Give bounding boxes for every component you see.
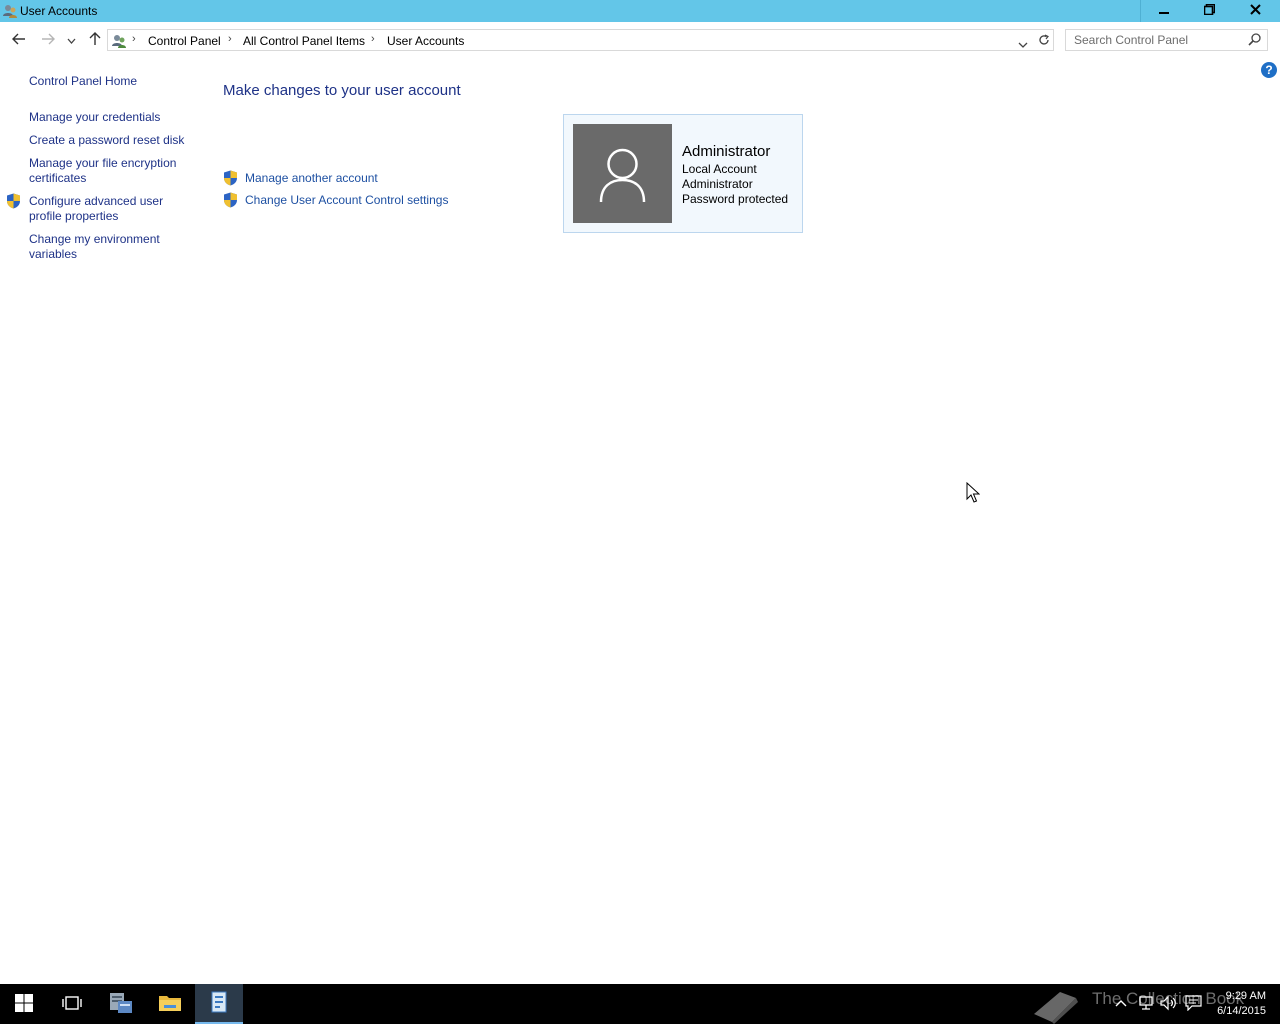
breadcrumb-separator: › [228, 33, 232, 45]
breadcrumb-separator: › [132, 33, 136, 45]
manage-another-account-link[interactable]: Manage another account [245, 171, 378, 185]
link-text: Change my environment [29, 232, 160, 246]
chevron-up-icon[interactable] [1115, 996, 1127, 1010]
chevron-down-icon [67, 33, 76, 47]
task-view-icon [62, 995, 82, 1014]
clock-date: 6/14/2015 [1217, 1005, 1266, 1017]
taskbar: The Collection Book 9:29 AM 6/14/2015 [0, 984, 1280, 1024]
system-clock[interactable]: 9:29 AM 6/14/2015 [1217, 989, 1266, 1019]
user-icon [599, 148, 646, 203]
password-reset-disk-link[interactable]: Create a password reset disk [29, 133, 189, 148]
task-view-button[interactable] [48, 984, 96, 1024]
volume-icon[interactable] [1160, 995, 1178, 1014]
address-bar[interactable]: › Control Panel › All Control Panel Item… [107, 29, 1054, 51]
search-icon[interactable] [1248, 33, 1261, 49]
advanced-profile-link[interactable]: Configure advanced user profile properti… [29, 194, 189, 224]
recent-locations-button[interactable] [61, 29, 81, 51]
breadcrumb-separator: › [371, 33, 375, 45]
close-icon [1249, 4, 1261, 18]
search-input[interactable] [1066, 30, 1249, 50]
uac-shield-icon [223, 170, 238, 186]
uac-shield-icon [6, 193, 21, 209]
link-text: variables [29, 247, 78, 261]
account-name: Administrator [682, 143, 771, 160]
server-manager-icon [108, 991, 134, 1018]
back-button[interactable] [8, 29, 30, 51]
breadcrumb-all-items[interactable]: All Control Panel Items [243, 34, 365, 48]
account-type: Local Account [682, 162, 757, 176]
search-box[interactable] [1065, 29, 1268, 51]
arrow-left-icon [12, 33, 26, 48]
control-panel-taskbar-button[interactable] [195, 984, 243, 1024]
link-text: Configure advanced user [29, 194, 164, 208]
mouse-cursor-icon [966, 481, 981, 507]
folder-icon [158, 993, 182, 1016]
arrow-right-icon [41, 33, 55, 48]
manage-credentials-link[interactable]: Manage your credentials [29, 110, 189, 125]
breadcrumb-user-accounts[interactable]: User Accounts [387, 34, 464, 48]
server-manager-button[interactable] [97, 984, 145, 1024]
restore-icon [1203, 3, 1215, 18]
network-icon[interactable] [1138, 995, 1154, 1014]
arrow-up-icon [89, 31, 101, 49]
help-icon[interactable]: ? [1261, 62, 1277, 78]
forward-button[interactable] [37, 29, 59, 51]
page-title: Make changes to your user account [223, 82, 461, 99]
control-panel-icon [209, 991, 229, 1016]
link-text: Manage your file encryption [29, 156, 177, 170]
uac-settings-link[interactable]: Change User Account Control settings [245, 193, 448, 207]
user-accounts-icon [2, 3, 18, 19]
windows-logo-icon [15, 993, 33, 1015]
close-button[interactable] [1232, 0, 1278, 22]
title-bar: User Accounts [0, 0, 1280, 22]
link-text: Create a password reset disk [29, 133, 185, 147]
breadcrumb-control-panel[interactable]: Control Panel [148, 34, 221, 48]
action-center-icon[interactable] [1185, 995, 1202, 1014]
start-button[interactable] [0, 984, 48, 1024]
address-dropdown-icon[interactable] [1018, 37, 1028, 51]
minimize-icon [1159, 4, 1169, 18]
clock-time: 9:29 AM [1225, 990, 1266, 1002]
account-card: Administrator Local Account Administrato… [563, 114, 803, 233]
link-text: certificates [29, 171, 87, 185]
minimize-button[interactable] [1140, 0, 1187, 22]
restore-button[interactable] [1186, 0, 1232, 22]
file-explorer-button[interactable] [146, 984, 194, 1024]
avatar [573, 124, 672, 223]
link-text: profile properties [29, 209, 119, 223]
file-encryption-link[interactable]: Manage your file encryption certificates [29, 156, 189, 186]
window-title: User Accounts [20, 4, 98, 18]
account-group: Administrator [682, 177, 753, 191]
uac-shield-icon [223, 192, 238, 208]
environment-variables-link[interactable]: Change my environment variables [29, 232, 189, 262]
refresh-icon[interactable] [1038, 34, 1050, 49]
control-panel-icon [111, 33, 127, 52]
link-text: Manage your credentials [29, 110, 161, 124]
book-logo-icon [1030, 984, 1082, 1027]
control-panel-home-link[interactable]: Control Panel Home [29, 74, 189, 89]
up-button[interactable] [84, 29, 106, 51]
account-status: Password protected [682, 192, 789, 206]
